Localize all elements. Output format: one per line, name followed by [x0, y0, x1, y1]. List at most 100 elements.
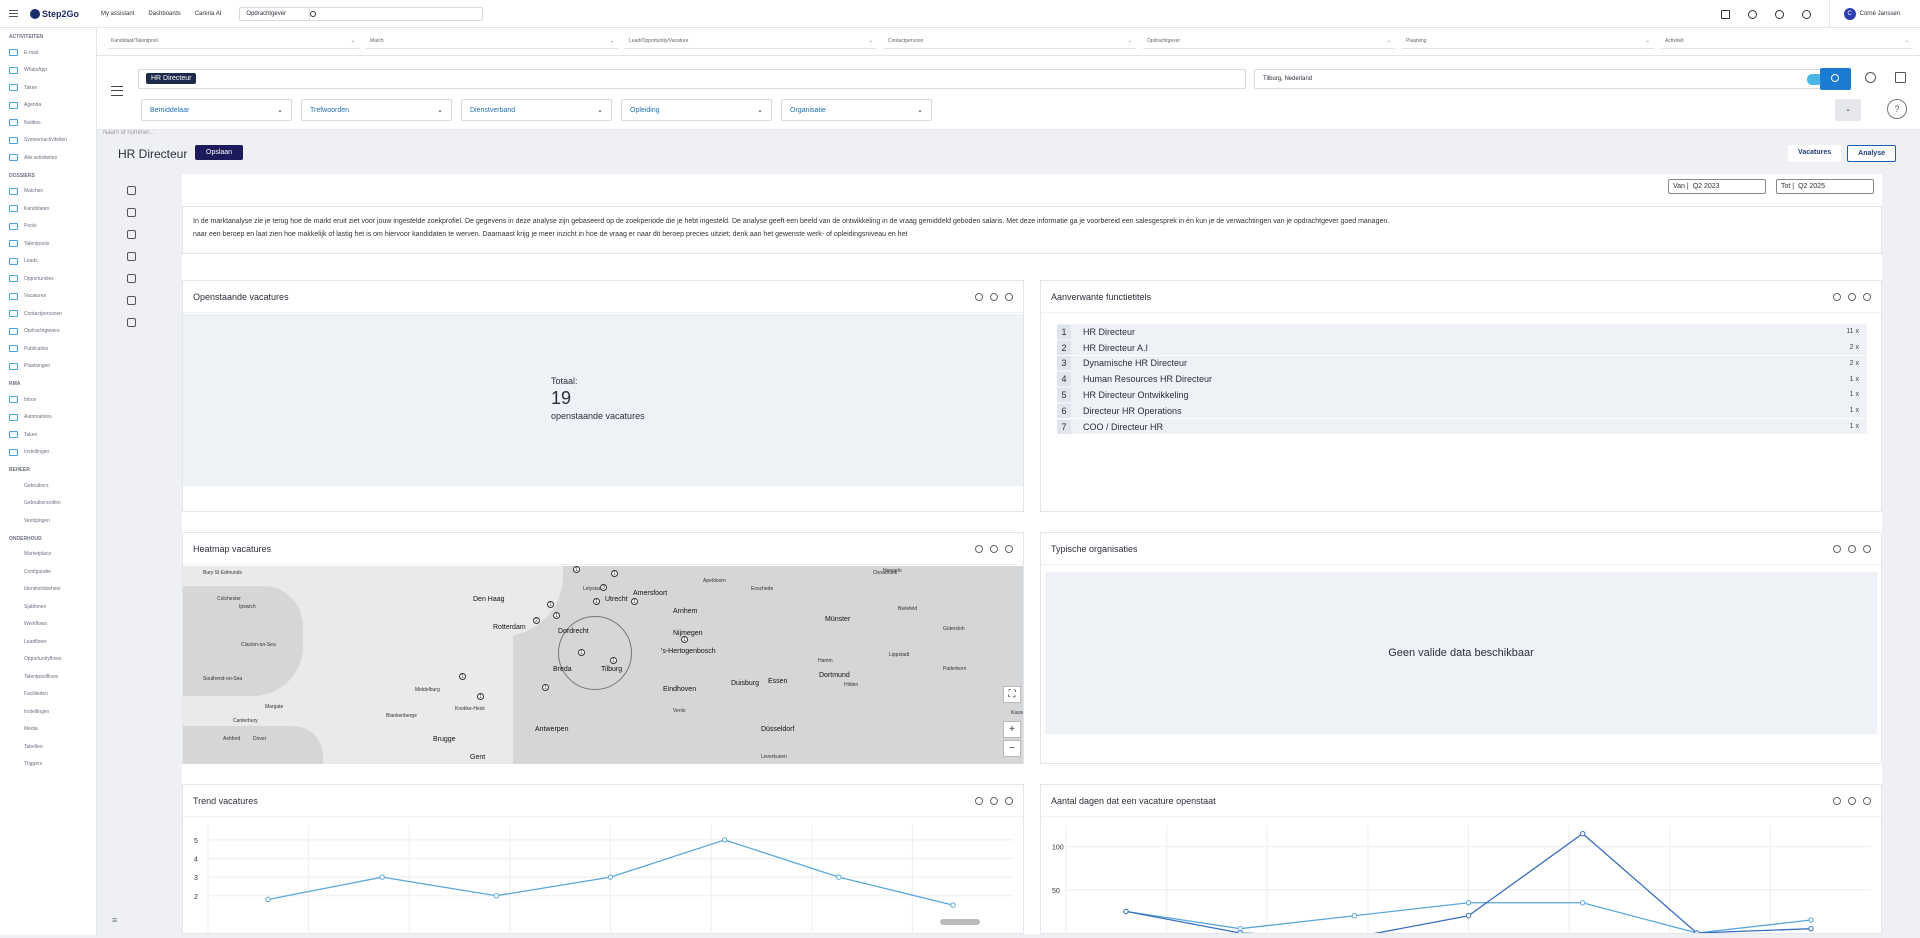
map-cluster-marker[interactable]: 1 [611, 570, 618, 577]
location-input[interactable]: Tilburg, Nederland [1254, 69, 1828, 89]
info-icon[interactable] [1833, 292, 1841, 301]
related-title-row[interactable]: 3 Dynamische HR Directeur 2 x [1057, 355, 1867, 372]
map-cluster-marker[interactable]: 1 [573, 566, 580, 573]
heart-icon[interactable] [1848, 292, 1856, 301]
car-icon[interactable] [127, 274, 136, 283]
entity-filter[interactable]: Match ⌄ [366, 35, 618, 49]
date-from[interactable]: Van | Q2 2023 [1668, 179, 1766, 194]
sidebar-item[interactable]: Talentpools [0, 235, 96, 253]
expand-filters-button[interactable]: ⌄ [1835, 99, 1861, 121]
entity-filter[interactable]: Kandidaat/Talentpool ⌄ [107, 35, 359, 49]
help-icon[interactable] [1801, 9, 1811, 19]
logo[interactable]: Step2Go [30, 8, 79, 19]
search-icon[interactable] [310, 10, 317, 17]
info-icon[interactable] [1833, 544, 1841, 553]
gauge-icon[interactable] [127, 208, 136, 217]
map-cluster-marker[interactable]: 1 [459, 673, 466, 680]
map-cluster-marker[interactable]: 1 [681, 636, 688, 643]
sidebar-item[interactable]: Taken [0, 79, 96, 97]
expand-icon[interactable] [1863, 544, 1871, 553]
filter-dropdown[interactable]: Organisatie ⌄ [781, 99, 932, 121]
sidebar-item[interactable]: WhatsApp [0, 62, 96, 80]
sidebar-item[interactable]: Agenda [0, 97, 96, 115]
settings-icon[interactable] [1747, 9, 1757, 19]
query-tag[interactable]: HR Directeur [146, 73, 197, 84]
data-point[interactable] [1237, 930, 1243, 936]
heatmap-map[interactable]: ⛶ + − Den Haag Rotterdam Utrecht Amersfoort… [183, 566, 1023, 764]
sidebar-item[interactable]: Configuratie [0, 563, 96, 581]
chat-icon[interactable] [127, 318, 136, 327]
sidebar-item[interactable]: Opportunities [0, 270, 96, 288]
theme-icon[interactable] [1774, 9, 1784, 19]
tab-analyse[interactable]: Analyse [1847, 145, 1896, 162]
related-title-row[interactable]: 6 Directeur HR Operations 1 x [1057, 402, 1867, 419]
heart-icon[interactable] [990, 544, 998, 553]
sidebar-item[interactable]: Notities [0, 114, 96, 132]
heart-icon[interactable] [1848, 796, 1856, 805]
entity-filter[interactable]: Opdrachtgever ⌄ [1143, 35, 1395, 49]
entity-filter[interactable]: Contactpersoon ⌄ [884, 35, 1136, 49]
tab-vacatures[interactable]: Vacatures [1788, 145, 1842, 162]
info-icon[interactable] [975, 544, 983, 553]
data-point[interactable] [1237, 925, 1243, 932]
data-point[interactable] [1123, 908, 1129, 915]
sidebar-item[interactable]: Instellingen [0, 444, 96, 462]
sidebar-item[interactable]: Sjablonen [0, 598, 96, 616]
reset-icon[interactable] [1865, 72, 1876, 83]
book-icon[interactable] [127, 230, 136, 239]
entity-filter[interactable]: Activiteit ⌄ [1661, 35, 1913, 49]
sidebar-item[interactable]: Publicaties [0, 340, 96, 358]
expand-icon[interactable] [1005, 292, 1013, 301]
expand-icon[interactable] [1863, 292, 1871, 301]
sidebar-item[interactable]: Inbox [0, 391, 96, 409]
data-point[interactable] [1694, 930, 1700, 936]
data-point[interactable] [493, 893, 500, 899]
sidebar-item[interactable]: Instellingen [0, 703, 96, 721]
filter-dropdown[interactable]: Dienstverband ⌄ [461, 99, 612, 121]
data-point[interactable] [1808, 917, 1814, 923]
search-button[interactable] [1820, 68, 1851, 90]
heart-icon[interactable] [990, 796, 998, 805]
map-cluster-marker[interactable]: 1 [477, 693, 484, 700]
menu-icon[interactable] [9, 10, 18, 17]
query-input[interactable]: HR Directeur [138, 69, 1246, 89]
sidebar-item[interactable]: Gebruikers [0, 477, 96, 495]
fullscreen-control[interactable]: ⛶ [1003, 686, 1021, 703]
zoom-in-button[interactable]: + [1003, 721, 1021, 738]
related-title-row[interactable]: 4 Human Resources HR Directeur 1 x [1057, 371, 1867, 387]
nav-my-assistant[interactable]: My assistant [101, 11, 134, 17]
sidebar-item[interactable]: Talentpoolflows [0, 668, 96, 686]
data-point[interactable] [836, 874, 842, 880]
sidebar-item[interactable]: Identiteitsbeheer [0, 581, 96, 599]
filter-dropdown[interactable]: Opleiding ⌄ [621, 99, 772, 121]
expand-icon[interactable] [1005, 796, 1013, 805]
map-cluster-marker[interactable]: 1 [547, 601, 554, 608]
entity-filter[interactable]: Lead/Opportunity/Vacature ⌄ [625, 35, 877, 49]
data-point[interactable] [1579, 830, 1586, 837]
sidebar-item[interactable]: Tabellen [0, 738, 96, 756]
map-cluster-marker[interactable]: 1 [553, 612, 560, 619]
data-point[interactable] [1465, 900, 1472, 906]
sidebar-item[interactable]: Automations [0, 409, 96, 427]
sidebar-item[interactable]: Gebruikersrollen [0, 495, 96, 513]
expand-icon[interactable] [1005, 544, 1013, 553]
data-point[interactable] [1579, 900, 1586, 906]
map-cluster-marker[interactable]: 1 [542, 684, 549, 691]
sidebar-item[interactable]: Opportunityflows [0, 651, 96, 669]
sidebar-item[interactable]: Contactpersonen [0, 305, 96, 323]
map-cluster-marker[interactable]: 1 [610, 657, 617, 664]
data-point[interactable] [1808, 925, 1814, 932]
global-search[interactable]: Opdrachtgever Naam of nummer... [103, 6, 484, 136]
sidebar-item[interactable]: Vacatures [0, 288, 96, 306]
sidebar-item[interactable]: Media [0, 721, 96, 739]
filter-dropdown[interactable]: Trefwoorden ⌄ [301, 99, 452, 121]
related-title-row[interactable]: 5 HR Directeur Ontwikkeling 1 x [1057, 387, 1867, 403]
related-title-row[interactable]: 1 HR Directeur 11 x [1057, 324, 1867, 340]
sidebar-item[interactable]: Vestigingen [0, 512, 96, 530]
document-icon[interactable] [1720, 9, 1730, 19]
sidebar-item[interactable]: E-mail [0, 44, 96, 62]
sidebar-item[interactable]: Plaatsingen [0, 358, 96, 376]
save-button[interactable]: Opslaan [195, 145, 244, 160]
date-to[interactable]: Tot | Q2 2025 [1776, 179, 1874, 194]
sidebar-item[interactable]: Faciliteiten [0, 686, 96, 704]
